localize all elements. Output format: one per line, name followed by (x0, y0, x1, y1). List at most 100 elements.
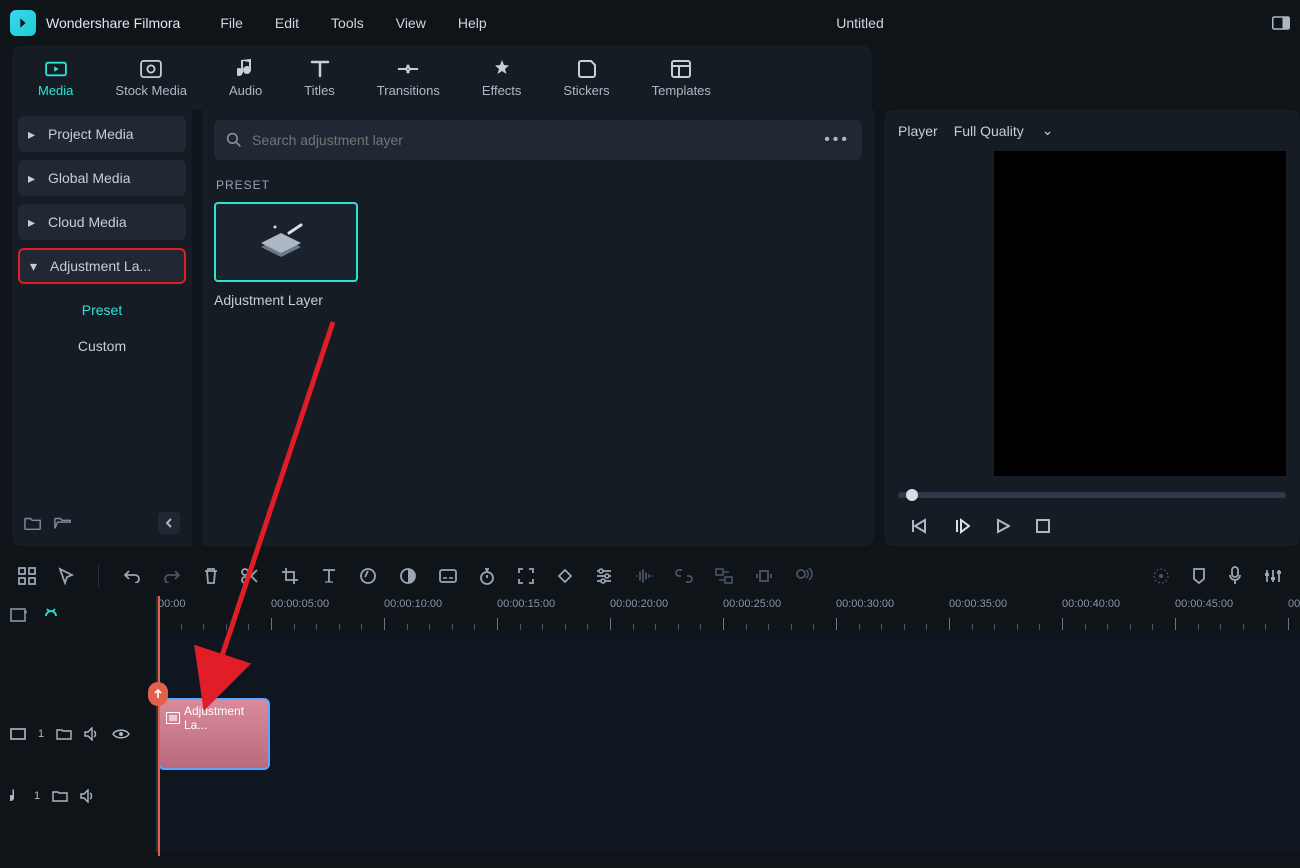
preset-thumbnail (214, 202, 358, 282)
play-pause-icon[interactable] (954, 518, 970, 534)
quality-value: Full Quality (954, 123, 1024, 139)
track-number: 1 (34, 790, 40, 802)
media-icon (45, 59, 67, 79)
timeline-ruler[interactable]: 00:0000:00:05:0000:00:10:0000:00:15:0000… (158, 596, 1300, 634)
player-panel: Player Full Quality ⌄ (884, 110, 1300, 546)
sidebar-item-cloud-media[interactable]: ▸ Cloud Media (18, 204, 186, 240)
app-logo (10, 10, 36, 36)
resize-icon[interactable] (755, 569, 773, 583)
voice-icon[interactable] (795, 567, 813, 585)
tab-audio[interactable]: Audio (223, 55, 268, 102)
pointer-icon[interactable] (58, 567, 74, 585)
grid-icon[interactable] (18, 567, 36, 585)
play-icon[interactable] (996, 518, 1010, 534)
text-icon[interactable] (321, 568, 337, 584)
folder-icon[interactable] (56, 728, 72, 740)
sidebar-item-adjustment-layer[interactable]: ▾ Adjustment La... (18, 248, 186, 284)
menu-help[interactable]: Help (458, 15, 487, 31)
sidebar-footer (18, 506, 186, 540)
search-input[interactable] (252, 132, 806, 148)
main-menu: File Edit Tools View Help (220, 15, 486, 31)
split-icon[interactable] (241, 567, 259, 585)
tab-templates-label: Templates (652, 83, 711, 98)
chevron-right-icon: ▸ (28, 214, 38, 231)
chevron-down-icon: ⌄ (1042, 122, 1054, 139)
timer-icon[interactable] (479, 567, 495, 585)
undo-icon[interactable] (123, 569, 141, 583)
tab-effects[interactable]: Effects (476, 55, 528, 102)
timecode-label: 00:00:25:00 (723, 598, 781, 610)
folder-icon[interactable] (52, 790, 68, 802)
audio-track: 1 (0, 770, 1300, 822)
marker-icon[interactable] (1192, 567, 1206, 585)
mic-icon[interactable] (1228, 566, 1242, 586)
sidebar-item-label: Project Media (48, 126, 134, 142)
tab-templates[interactable]: Templates (646, 55, 717, 102)
sidebar-sub-preset[interactable]: Preset (18, 292, 186, 328)
stickers-icon (577, 59, 597, 79)
timeline-clip[interactable]: Adjustment La... (158, 698, 270, 770)
sidebar-sub-custom[interactable]: Custom (18, 328, 186, 364)
titlebar: Wondershare Filmora File Edit Tools View… (0, 0, 1300, 46)
playhead-handle[interactable] (148, 682, 168, 706)
track-number: 1 (38, 728, 44, 740)
speed-icon[interactable] (359, 567, 377, 585)
preset-card[interactable]: Adjustment Layer (214, 202, 358, 308)
magnet-icon[interactable] (42, 607, 60, 623)
player-controls (898, 512, 1286, 540)
crop-icon[interactable] (281, 567, 299, 585)
mute-icon[interactable] (84, 727, 100, 741)
tab-media-label: Media (38, 83, 73, 98)
scrubber-handle[interactable] (906, 489, 918, 501)
folder-open-icon[interactable] (54, 515, 72, 531)
prev-frame-icon[interactable] (910, 518, 928, 534)
stock-media-icon (140, 59, 162, 79)
add-track-icon[interactable] (10, 607, 28, 623)
adjustments-icon[interactable] (595, 568, 613, 584)
timecode-label: 00:00:30:00 (836, 598, 894, 610)
menu-tools[interactable]: Tools (331, 15, 364, 31)
timecode-label: 00:00:40:00 (1062, 598, 1120, 610)
chevron-right-icon: ▸ (28, 126, 38, 143)
menu-file[interactable]: File (220, 15, 243, 31)
timecode-label: 00:00:15:00 (497, 598, 555, 610)
sidebar-item-label: Adjustment La... (50, 258, 151, 274)
menu-view[interactable]: View (396, 15, 426, 31)
keyframe-icon[interactable] (557, 568, 573, 584)
tab-titles[interactable]: Titles (298, 55, 341, 102)
tab-stock-media[interactable]: Stock Media (109, 55, 193, 102)
color-icon[interactable] (399, 567, 417, 585)
app-name: Wondershare Filmora (46, 15, 180, 31)
more-options-icon[interactable]: ••• (824, 131, 850, 149)
sidebar-item-project-media[interactable]: ▸ Project Media (18, 116, 186, 152)
tab-media[interactable]: Media (32, 55, 79, 102)
stop-icon[interactable] (1036, 519, 1050, 533)
tab-effects-label: Effects (482, 83, 522, 98)
titles-icon (310, 59, 330, 79)
playhead[interactable] (158, 596, 160, 856)
delete-icon[interactable] (203, 567, 219, 585)
visibility-icon[interactable] (112, 728, 130, 740)
unlink-icon[interactable] (675, 569, 693, 583)
tab-stickers[interactable]: Stickers (557, 55, 615, 102)
sync-icon[interactable] (715, 568, 733, 584)
render-icon[interactable] (1152, 567, 1170, 585)
new-folder-icon[interactable] (24, 515, 42, 531)
quality-dropdown[interactable]: Full Quality ⌄ (954, 122, 1054, 139)
media-browser: ••• PRESET Adjustment Layer (202, 110, 874, 546)
focus-icon[interactable] (517, 567, 535, 585)
menu-edit[interactable]: Edit (275, 15, 299, 31)
sidebar-item-global-media[interactable]: ▸ Global Media (18, 160, 186, 196)
clip-thumb-icon (166, 712, 180, 724)
tab-transitions[interactable]: Transitions (371, 55, 446, 102)
layout-toggle-icon[interactable] (1272, 16, 1290, 30)
redo-icon[interactable] (163, 569, 181, 583)
audio-wave-icon[interactable] (635, 568, 653, 584)
caption-icon[interactable] (439, 569, 457, 583)
player-viewport[interactable] (994, 151, 1286, 476)
collapse-sidebar-button[interactable] (158, 512, 180, 534)
player-scrubber[interactable] (898, 492, 1286, 498)
templates-icon (671, 59, 691, 79)
mute-icon[interactable] (80, 789, 96, 803)
mixer-icon[interactable] (1264, 568, 1282, 584)
